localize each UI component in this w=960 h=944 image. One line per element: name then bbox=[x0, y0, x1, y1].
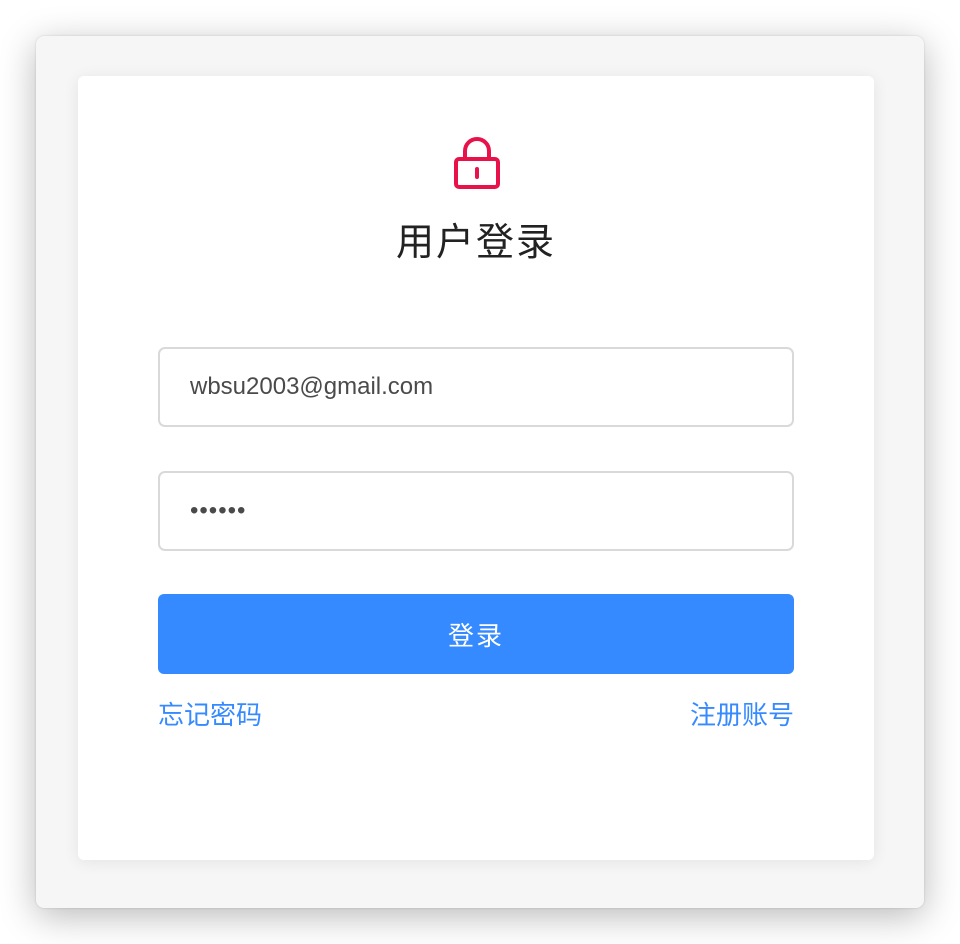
password-field[interactable] bbox=[158, 471, 794, 551]
register-link[interactable]: 注册账号 bbox=[690, 698, 794, 734]
email-field[interactable] bbox=[158, 347, 794, 427]
lock-icon bbox=[454, 137, 500, 189]
window-frame: 用户登录 登录 忘记密码 注册账号 bbox=[36, 36, 924, 908]
forgot-password-link[interactable]: 忘记密码 bbox=[158, 698, 262, 734]
page-title: 用户登录 bbox=[395, 220, 556, 264]
login-card: 用户登录 登录 忘记密码 注册账号 bbox=[78, 76, 874, 860]
login-button[interactable]: 登录 bbox=[158, 594, 794, 674]
